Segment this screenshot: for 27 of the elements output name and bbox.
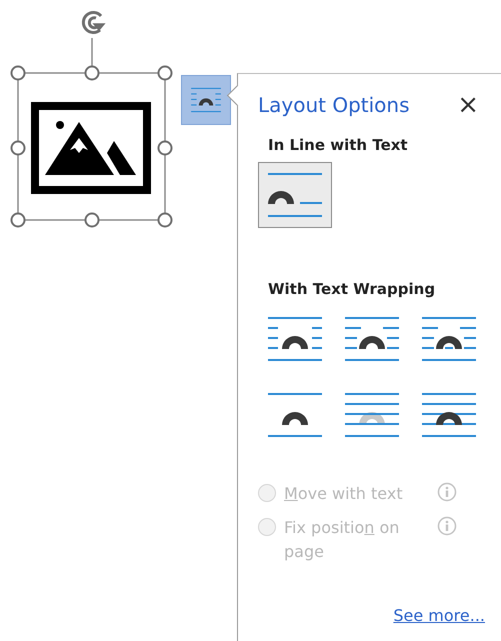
wrap-layout-icon: [420, 316, 478, 362]
image-placeholder-icon: [31, 102, 151, 194]
see-more-link[interactable]: See more...: [393, 606, 485, 625]
resize-handle[interactable]: [158, 140, 172, 156]
section-heading: With Text Wrapping: [268, 280, 436, 298]
resize-handle[interactable]: [158, 66, 172, 80]
rotate-handle-icon[interactable]: [82, 11, 106, 34]
wrap-layout-icon: [266, 172, 324, 218]
wrap-layout-icon: [343, 316, 401, 362]
resize-handle[interactable]: [10, 66, 26, 80]
wrap-layout-icon: [266, 392, 324, 438]
radio-label: Move with text: [284, 483, 404, 505]
wrap-option-button[interactable]: [258, 162, 332, 228]
wrap-layout-icon: [420, 392, 478, 438]
wrap-layout-icon: [266, 316, 324, 362]
section-heading: In Line with Text: [268, 136, 409, 154]
wrap-layout-icon: [343, 392, 401, 438]
close-button[interactable]: ×: [451, 92, 485, 118]
resize-handle[interactable]: [84, 66, 100, 80]
resize-handle[interactable]: [10, 212, 26, 228]
resize-handle[interactable]: [10, 140, 26, 156]
panel-title: Layout Options: [258, 93, 410, 117]
radio-label: Fix position on page: [284, 517, 400, 563]
layout-options-button[interactable]: [181, 75, 231, 125]
layout-icon: [190, 87, 222, 113]
resize-handle[interactable]: [84, 212, 100, 228]
resize-handle[interactable]: [158, 212, 172, 228]
